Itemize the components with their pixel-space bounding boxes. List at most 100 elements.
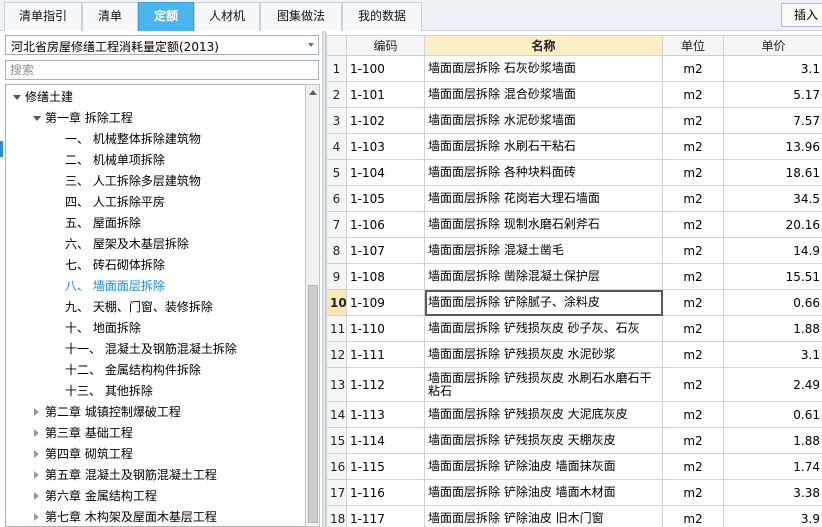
cell-code[interactable]: 1-113 bbox=[346, 401, 425, 428]
cell-unit[interactable]: m2 bbox=[662, 453, 724, 480]
cell-name[interactable]: 墙面面层拆除 凿除混凝土保护层 bbox=[424, 263, 663, 290]
cell-code[interactable]: 1-101 bbox=[346, 81, 425, 108]
cell-unit[interactable]: m2 bbox=[662, 263, 724, 290]
cell-unit[interactable]: m2 bbox=[662, 505, 724, 527]
cell-price[interactable]: 1.74 bbox=[723, 453, 822, 480]
row-number[interactable]: 7 bbox=[326, 211, 347, 238]
cell-price[interactable]: 7.57 bbox=[723, 107, 822, 134]
tab-bill-guide[interactable]: 清单指引 bbox=[4, 2, 82, 31]
tree-scrollbar[interactable] bbox=[305, 84, 320, 527]
cell-name[interactable]: 墙面面层拆除 花岗岩大理石墙面 bbox=[424, 185, 663, 212]
table-row[interactable]: 18 1-117 墙面面层拆除 铲除油皮 旧木门窗 m2 3.9 bbox=[326, 505, 822, 527]
cell-price[interactable]: 0.66 bbox=[723, 289, 822, 316]
cell-price[interactable]: 3.1 bbox=[723, 341, 822, 368]
cell-code[interactable]: 1-108 bbox=[346, 263, 425, 290]
cell-unit[interactable]: m2 bbox=[662, 367, 724, 402]
cell-price[interactable]: 1.88 bbox=[723, 427, 822, 454]
cell-price[interactable]: 34.5 bbox=[723, 185, 822, 212]
table-row[interactable]: 4 1-103 墙面面层拆除 水刷石干粘石 m2 13.96 bbox=[326, 133, 822, 160]
row-number[interactable]: 1 bbox=[326, 55, 347, 82]
cell-unit[interactable]: m2 bbox=[662, 315, 724, 342]
row-number[interactable]: 5 bbox=[326, 159, 347, 186]
cell-code[interactable]: 1-114 bbox=[346, 427, 425, 454]
row-number[interactable]: 14 bbox=[326, 401, 347, 428]
tab-atlas-method[interactable]: 图集做法 bbox=[260, 2, 342, 31]
cell-name[interactable]: 墙面面层拆除 铲除腻子、涂料皮 bbox=[424, 289, 663, 316]
row-number[interactable]: 4 bbox=[326, 133, 347, 160]
table-row[interactable]: 14 1-113 墙面面层拆除 铲残损灰皮 大泥底灰皮 m2 0.61 bbox=[326, 401, 822, 428]
cell-price[interactable]: 18.61 bbox=[723, 159, 822, 186]
cell-code[interactable]: 1-109 bbox=[346, 289, 425, 316]
table-row[interactable]: 1 1-100 墙面面层拆除 石灰砂浆墙面 m2 3.1 bbox=[326, 55, 822, 82]
cell-unit[interactable]: m2 bbox=[662, 133, 724, 160]
collapse-triangle-icon[interactable] bbox=[32, 423, 42, 443]
row-number[interactable]: 17 bbox=[326, 479, 347, 506]
col-header-unit[interactable]: 单位 bbox=[662, 35, 724, 56]
cell-name[interactable]: 墙面面层拆除 铲除油皮 墙面抹灰面 bbox=[424, 453, 663, 480]
row-number[interactable]: 18 bbox=[326, 505, 347, 527]
cell-code[interactable]: 1-104 bbox=[346, 159, 425, 186]
search-input[interactable] bbox=[5, 60, 319, 80]
tab-bill[interactable]: 清单 bbox=[82, 2, 138, 31]
row-number[interactable]: 12 bbox=[326, 341, 347, 368]
cell-name[interactable]: 墙面面层拆除 水泥砂浆墙面 bbox=[424, 107, 663, 134]
row-number[interactable]: 13 bbox=[326, 367, 347, 402]
cell-code[interactable]: 1-115 bbox=[346, 453, 425, 480]
cell-name[interactable]: 墙面面层拆除 铲除油皮 旧木门窗 bbox=[424, 505, 663, 527]
expand-triangle-icon[interactable] bbox=[32, 108, 42, 128]
table-row[interactable]: 12 1-111 墙面面层拆除 铲残损灰皮 水泥砂浆 m2 3.1 bbox=[326, 341, 822, 368]
cell-name[interactable]: 墙面面层拆除 石灰砂浆墙面 bbox=[424, 55, 663, 82]
cell-name[interactable]: 墙面面层拆除 水刷石干粘石 bbox=[424, 133, 663, 160]
insert-button[interactable]: 插入 bbox=[781, 3, 822, 27]
cell-code[interactable]: 1-112 bbox=[346, 367, 425, 402]
cell-price[interactable]: 2.49 bbox=[723, 367, 822, 402]
cell-price[interactable]: 20.16 bbox=[723, 211, 822, 238]
cell-price[interactable]: 5.17 bbox=[723, 81, 822, 108]
cell-name[interactable]: 墙面面层拆除 现制水磨石剁斧石 bbox=[424, 211, 663, 238]
cell-unit[interactable]: m2 bbox=[662, 107, 724, 134]
cell-price[interactable]: 0.61 bbox=[723, 401, 822, 428]
table-row[interactable]: 2 1-101 墙面面层拆除 混合砂浆墙面 m2 5.17 bbox=[326, 81, 822, 108]
cell-price[interactable]: 13.96 bbox=[723, 133, 822, 160]
table-row[interactable]: 15 1-114 墙面面层拆除 铲残损灰皮 天棚灰皮 m2 1.88 bbox=[326, 427, 822, 454]
collapse-triangle-icon[interactable] bbox=[32, 486, 42, 506]
table-row[interactable]: 9 1-108 墙面面层拆除 凿除混凝土保护层 m2 15.51 bbox=[326, 263, 822, 290]
table-row[interactable]: 6 1-105 墙面面层拆除 花岗岩大理石墙面 m2 34.5 bbox=[326, 185, 822, 212]
cell-price[interactable]: 1.88 bbox=[723, 315, 822, 342]
cell-unit[interactable]: m2 bbox=[662, 479, 724, 506]
cell-unit[interactable]: m2 bbox=[662, 341, 724, 368]
cell-price[interactable]: 15.51 bbox=[723, 263, 822, 290]
cell-name[interactable]: 墙面面层拆除 各种块料面砖 bbox=[424, 159, 663, 186]
cell-price[interactable]: 3.9 bbox=[723, 505, 822, 527]
cell-code[interactable]: 1-106 bbox=[346, 211, 425, 238]
cell-unit[interactable]: m2 bbox=[662, 55, 724, 82]
cell-unit[interactable]: m2 bbox=[662, 237, 724, 264]
row-number[interactable]: 10 bbox=[326, 289, 347, 316]
cell-code[interactable]: 1-102 bbox=[346, 107, 425, 134]
row-number[interactable]: 15 bbox=[326, 427, 347, 454]
table-row[interactable]: 7 1-106 墙面面层拆除 现制水磨石剁斧石 m2 20.16 bbox=[326, 211, 822, 238]
cell-unit[interactable]: m2 bbox=[662, 81, 724, 108]
collapse-triangle-icon[interactable] bbox=[32, 465, 42, 485]
cell-code[interactable]: 1-100 bbox=[346, 55, 425, 82]
table-row[interactable]: 5 1-104 墙面面层拆除 各种块料面砖 m2 18.61 bbox=[326, 159, 822, 186]
collapse-triangle-icon[interactable] bbox=[32, 402, 42, 422]
library-select[interactable]: 河北省房屋修缮工程消耗量定额(2013) bbox=[5, 35, 319, 55]
collapse-triangle-icon[interactable] bbox=[32, 507, 42, 526]
row-number[interactable]: 16 bbox=[326, 453, 347, 480]
cell-unit[interactable]: m2 bbox=[662, 159, 724, 186]
collapse-triangle-icon[interactable] bbox=[32, 444, 42, 464]
row-number[interactable]: 2 bbox=[326, 81, 347, 108]
cell-code[interactable]: 1-103 bbox=[346, 133, 425, 160]
cell-name[interactable]: 墙面面层拆除 混凝土凿毛 bbox=[424, 237, 663, 264]
chevron-down-icon[interactable] bbox=[308, 43, 314, 47]
cell-name[interactable]: 墙面面层拆除 铲残损灰皮 天棚灰皮 bbox=[424, 427, 663, 454]
row-number[interactable]: 3 bbox=[326, 107, 347, 134]
cell-unit[interactable]: m2 bbox=[662, 401, 724, 428]
table-row[interactable]: 11 1-110 墙面面层拆除 铲残损灰皮 砂子灰、石灰 m2 1.88 bbox=[326, 315, 822, 342]
expand-triangle-icon[interactable] bbox=[12, 87, 22, 107]
cell-code[interactable]: 1-117 bbox=[346, 505, 425, 527]
row-number[interactable]: 11 bbox=[326, 315, 347, 342]
row-number[interactable]: 6 bbox=[326, 185, 347, 212]
cell-unit[interactable]: m2 bbox=[662, 211, 724, 238]
